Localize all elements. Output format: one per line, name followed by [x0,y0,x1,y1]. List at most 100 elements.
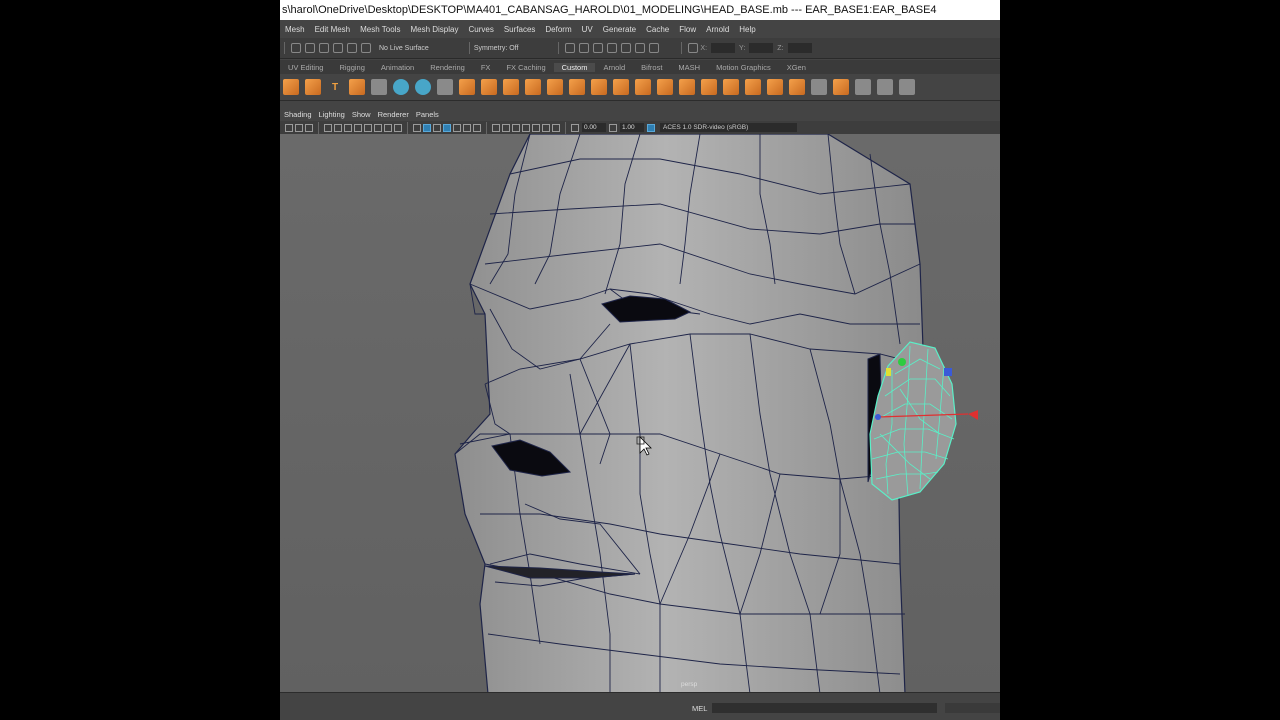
shelf-tab-rigging[interactable]: Rigging [331,63,372,72]
select-camera-icon[interactable] [285,123,293,132]
curve-tool-icon[interactable] [283,79,299,95]
mel-toggle[interactable]: MEL [692,704,707,713]
xray-joints-icon[interactable] [542,123,550,132]
menu-help[interactable]: Help [734,25,760,34]
default-material-icon[interactable] [433,123,441,132]
film-gate-icon[interactable] [364,123,372,132]
shelf-tab-rendering[interactable]: Rendering [422,63,473,72]
wireframe-icon[interactable] [413,123,421,132]
shelf-tab-custom[interactable]: Custom [553,62,596,72]
arnold-render-icon[interactable] [635,43,646,53]
mel-input[interactable] [712,703,937,713]
x-field[interactable] [711,43,736,53]
transform-mode-icon[interactable] [688,43,699,53]
mirror-icon[interactable] [635,79,651,95]
separate-icon[interactable] [525,79,541,95]
text-tool-icon[interactable]: T [327,79,343,95]
perspective-viewport[interactable]: persp [280,134,1000,692]
ipr-render-icon[interactable] [593,43,604,53]
symmetry-dropdown[interactable]: Symmetry: Off [474,45,519,52]
smooth-shade-icon[interactable] [423,123,431,132]
torus-icon[interactable] [481,79,497,95]
menu-mesh-tools[interactable]: Mesh Tools [355,25,405,34]
hypershade-icon[interactable] [621,43,632,53]
menu-edit-mesh[interactable]: Edit Mesh [310,25,356,34]
menu-mesh-display[interactable]: Mesh Display [405,25,463,34]
select-objects-icon[interactable] [291,43,301,53]
shadows-icon[interactable] [473,123,481,132]
y-field[interactable] [749,43,774,53]
component-pick-icon[interactable] [393,79,409,95]
gate-mask-icon[interactable] [384,123,392,132]
merge-icon[interactable] [745,79,761,95]
uv-pick-icon[interactable] [415,79,431,95]
menu-uv[interactable]: UV [577,25,598,34]
panel-menu-shading[interactable]: Shading [281,110,315,119]
y-axis-handle-icon[interactable] [898,358,906,366]
image-plane-icon[interactable] [324,123,332,132]
panel-menu-renderer[interactable]: Renderer [375,110,412,119]
color-management-icon[interactable] [647,123,655,132]
reset-pivot-icon[interactable] [437,79,453,95]
anti-aliasing-icon[interactable] [502,123,510,132]
menu-mesh[interactable]: Mesh [280,25,310,34]
triangulate-icon[interactable] [811,79,827,95]
menu-curves[interactable]: Curves [463,25,498,34]
extract-icon[interactable] [547,79,563,95]
lock-camera-icon[interactable] [295,123,303,132]
fill-hole-icon[interactable] [723,79,739,95]
shelf-tab-xgen[interactable]: XGen [779,63,814,72]
gamma-icon[interactable] [609,123,617,132]
snap-grid-icon[interactable] [319,43,329,53]
ambient-occlusion-icon[interactable] [492,123,500,132]
shelf-tab-animation[interactable]: Animation [373,63,422,72]
color-space-dropdown[interactable]: ACES 1.0 SDR-video (sRGB) [660,123,797,132]
menu-flow[interactable]: Flow [674,25,701,34]
textured-icon[interactable] [453,123,461,132]
knife-icon[interactable] [899,79,915,95]
exposure-field[interactable]: 0.00 [582,123,606,132]
render-view-icon[interactable] [565,43,576,53]
shelf-tab-bifrost[interactable]: Bifrost [633,63,670,72]
render-settings-icon[interactable] [607,43,618,53]
grease-pencil-icon[interactable] [344,123,352,132]
grid-icon[interactable] [354,123,362,132]
quadrangulate-icon[interactable] [833,79,849,95]
bezier-tool-icon[interactable] [305,79,321,95]
menu-generate[interactable]: Generate [598,25,641,34]
sphere-icon[interactable] [459,79,475,95]
shelf-tab-motion-graphics[interactable]: Motion Graphics [708,63,779,72]
booleans-icon[interactable] [569,79,585,95]
pivot-icon[interactable] [875,414,881,420]
menu-cache[interactable]: Cache [641,25,674,34]
isolate-select-icon[interactable] [522,123,530,132]
x-axis-arrow-icon[interactable] [968,410,978,420]
exposure-icon[interactable] [571,123,579,132]
render-current-icon[interactable] [579,43,590,53]
live-surface-label[interactable]: No Live Surface [379,45,429,52]
bookmarks-icon[interactable] [305,123,313,132]
panel-menu-lighting[interactable]: Lighting [316,110,348,119]
reduce-icon[interactable] [613,79,629,95]
shelf-tab-mash[interactable]: MASH [670,63,708,72]
poke-icon[interactable] [789,79,805,95]
2d-pan-zoom-icon[interactable] [334,123,342,132]
field-chart-icon[interactable] [394,123,402,132]
gamma-field[interactable]: 1.00 [620,123,644,132]
extrude-icon[interactable] [657,79,673,95]
snap-curve-icon[interactable] [333,43,343,53]
shelf-tab-fx[interactable]: FX [473,63,499,72]
shelf-tab-fx-caching[interactable]: FX Caching [498,63,553,72]
bevel-icon[interactable] [701,79,717,95]
menu-deform[interactable]: Deform [540,25,576,34]
snap-point-icon[interactable] [347,43,357,53]
shelf-tab-arnold[interactable]: Arnold [595,63,633,72]
panel-menu-panels[interactable]: Panels [413,110,442,119]
xray-components-icon[interactable] [552,123,560,132]
z-field[interactable] [787,43,812,53]
edge-loop-icon[interactable] [877,79,893,95]
depth-of-field-icon[interactable] [512,123,520,132]
resolution-gate-icon[interactable] [374,123,382,132]
multi-cut-icon[interactable] [855,79,871,95]
wireframe-on-shaded-icon[interactable] [443,123,451,132]
